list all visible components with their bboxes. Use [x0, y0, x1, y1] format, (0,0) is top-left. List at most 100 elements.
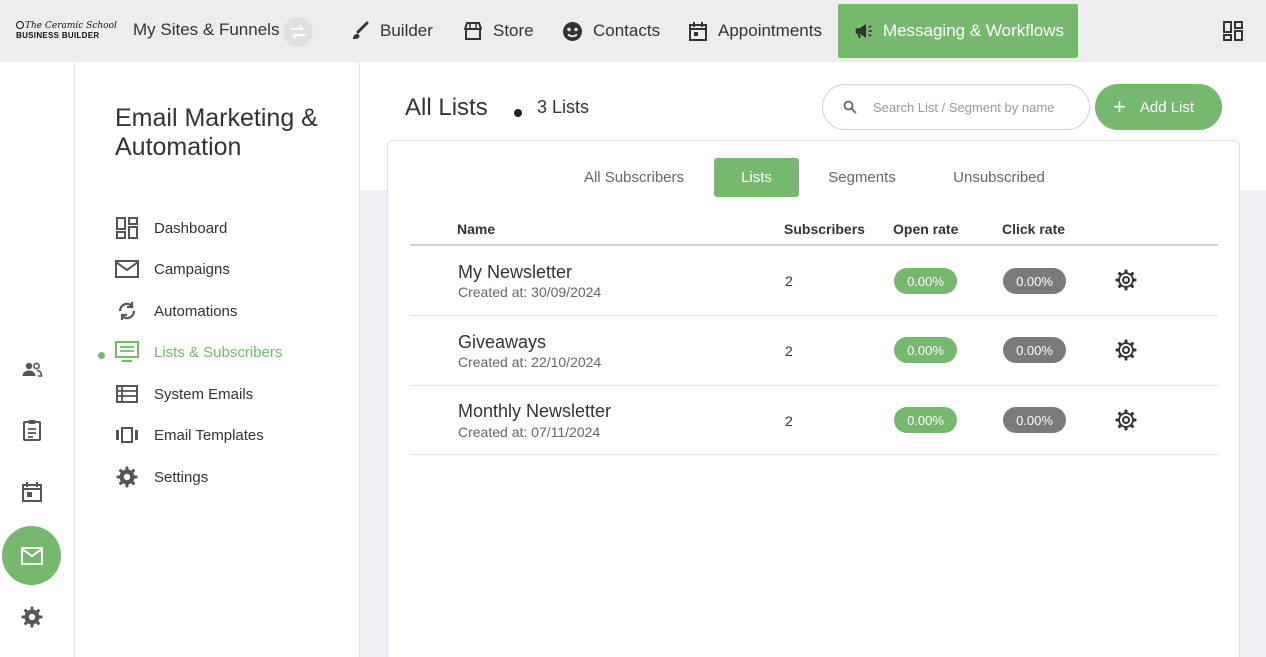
sidebar-item-label: Lists & Subscribers — [154, 343, 283, 361]
calendar-icon — [689, 21, 707, 41]
dashboard-grid-icon — [1223, 21, 1243, 41]
click-rate-badge: 0.00% — [1003, 337, 1066, 363]
sidebar-item-settings[interactable]: Settings — [115, 464, 208, 490]
gear-icon — [1115, 269, 1137, 291]
nav-messaging-workflows[interactable]: Messaging & Workflows — [838, 4, 1078, 58]
nav-appointments[interactable]: Appointments — [688, 4, 822, 58]
column-header-open-rate[interactable]: Open rate — [893, 221, 958, 237]
search-input[interactable] — [873, 99, 1063, 115]
sites-funnels-link[interactable]: My Sites & Funnels — [133, 20, 279, 40]
list-settings-button[interactable] — [1114, 408, 1138, 432]
add-list-label: Add List — [1139, 98, 1195, 116]
rail-calendar-button[interactable] — [20, 480, 44, 504]
subscribers-icon — [115, 341, 139, 362]
switch-site-button[interactable] — [283, 17, 313, 47]
sidebar-item-dashboard[interactable]: Dashboard — [115, 215, 227, 241]
sidebar-item-automations[interactable]: Automations — [115, 298, 237, 324]
contacts-icon — [563, 21, 582, 41]
list-name[interactable]: My Newsletter — [458, 262, 572, 283]
brand-logo[interactable]: The Ceramic School BUSINESS BUILDER — [16, 21, 117, 41]
rail-mail-button[interactable] — [2, 526, 61, 585]
column-header-subscribers[interactable]: Subscribers — [784, 221, 865, 237]
mail-icon — [20, 546, 43, 565]
nav-appointments-label: Appointments — [718, 21, 822, 40]
row-divider — [410, 385, 1218, 386]
people-icon — [22, 362, 43, 377]
calendar-icon — [22, 482, 42, 502]
gear-icon — [116, 466, 138, 488]
clipboard-icon — [23, 420, 41, 441]
row-divider — [410, 315, 1218, 316]
click-rate-badge: 0.00% — [1003, 268, 1066, 294]
envelope-icon — [115, 260, 139, 278]
rail-settings-button[interactable] — [20, 605, 44, 629]
list-name[interactable]: Giveaways — [458, 332, 546, 353]
nav-messaging-label: Messaging & Workflows — [882, 21, 1064, 40]
nav-builder[interactable]: Builder — [350, 4, 433, 58]
logo-line1: The Ceramic School — [25, 21, 117, 31]
nav-store-label: Store — [493, 21, 534, 40]
apps-menu-button[interactable] — [1223, 21, 1243, 46]
sidebar-item-campaigns[interactable]: Campaigns — [115, 256, 230, 282]
sidebar-item-label: Automations — [154, 302, 238, 320]
title-separator-dot — [514, 109, 522, 117]
megaphone-icon — [855, 24, 873, 39]
sidebar-item-label: Settings — [154, 468, 209, 486]
list-settings-button[interactable] — [1114, 268, 1138, 292]
open-rate-badge: 0.00% — [894, 407, 957, 433]
list-settings-button[interactable] — [1114, 338, 1138, 362]
subscriber-count: 2 — [785, 413, 793, 429]
column-header-name[interactable]: Name — [457, 221, 495, 237]
click-rate-badge: 0.00% — [1003, 407, 1066, 433]
swap-icon — [290, 25, 306, 39]
header-divider — [410, 244, 1218, 246]
tab-lists[interactable]: Lists — [714, 158, 799, 197]
sidebar-item-lists-subscribers[interactable]: Lists & Subscribers — [115, 339, 282, 365]
page-title: All Lists — [405, 94, 488, 121]
tab-segments[interactable]: Segments — [815, 158, 909, 197]
tab-unsubscribed[interactable]: Unsubscribed — [941, 158, 1057, 197]
store-icon — [464, 22, 482, 40]
row-divider — [410, 454, 1218, 455]
nav-store[interactable]: Store — [463, 4, 534, 58]
logo-line2: BUSINESS BUILDER — [16, 31, 100, 40]
top-bar: The Ceramic School BUSINESS BUILDER My S… — [0, 0, 1266, 62]
icon-rail — [0, 62, 75, 657]
sync-icon — [118, 302, 136, 320]
sidebar-item-label: System Emails — [154, 385, 254, 403]
subscriber-count: 2 — [785, 343, 793, 359]
search-icon — [843, 100, 857, 114]
rail-forms-button[interactable] — [20, 418, 44, 442]
dashboard-icon — [116, 217, 138, 239]
subscriber-count: 2 — [785, 273, 793, 289]
add-list-button[interactable]: + Add List — [1095, 84, 1222, 130]
nav-contacts-label: Contacts — [593, 21, 661, 40]
email-sidebar: Email Marketing & Automation Dashboard C… — [76, 62, 360, 657]
sidebar-item-label: Email Templates — [154, 426, 264, 444]
sidebar-item-email-templates[interactable]: Email Templates — [115, 422, 264, 448]
plus-icon: + — [1113, 94, 1126, 119]
open-rate-badge: 0.00% — [894, 337, 957, 363]
column-header-click-rate[interactable]: Click rate — [1002, 221, 1065, 237]
carousel-icon — [116, 427, 138, 443]
open-rate-badge: 0.00% — [894, 268, 957, 294]
lists-card: All Subscribers Lists Segments Unsubscri… — [387, 140, 1240, 657]
gear-icon — [1115, 339, 1137, 361]
rail-contacts-button[interactable] — [20, 357, 44, 381]
sidebar-item-label: Campaigns — [154, 260, 230, 278]
search-box[interactable] — [822, 84, 1090, 130]
nav-contacts[interactable]: Contacts — [562, 4, 660, 58]
gear-icon — [21, 606, 43, 628]
list-count: 3 Lists — [537, 97, 590, 117]
list-created-date: Created at: 22/10/2024 — [458, 354, 602, 370]
list-icon — [116, 385, 138, 403]
sidebar-item-system-emails[interactable]: System Emails — [115, 381, 253, 407]
list-name[interactable]: Monthly Newsletter — [458, 401, 611, 422]
list-created-date: Created at: 07/11/2024 — [458, 424, 601, 440]
active-indicator — [98, 352, 105, 359]
sidebar-title: Email Marketing & Automation — [115, 104, 318, 161]
nav-builder-label: Builder — [380, 21, 433, 40]
list-created-date: Created at: 30/09/2024 — [458, 284, 602, 300]
sidebar-item-label: Dashboard — [154, 219, 228, 237]
tab-all-subscribers[interactable]: All Subscribers — [570, 158, 698, 197]
